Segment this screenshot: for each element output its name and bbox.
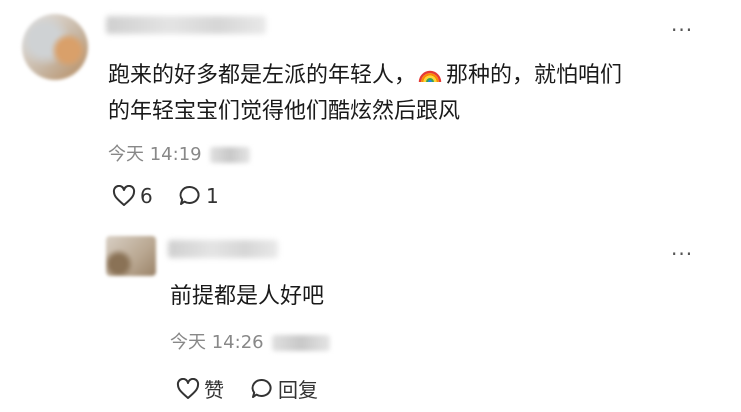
like-count: 6 <box>140 184 153 208</box>
heart-icon <box>112 185 136 207</box>
like-button[interactable]: 赞 <box>176 374 224 403</box>
timestamp: 今天 14:19 <box>108 144 202 165</box>
avatar[interactable] <box>22 14 88 80</box>
comment-text: 跑来的好多都是左派的年轻人， 那种的，就怕咱们 的年轻宝宝们觉得他们酷炫然后跟风 <box>108 58 708 130</box>
username-redacted[interactable] <box>168 240 278 258</box>
reply-button[interactable]: 回复 <box>250 374 318 403</box>
reply-count: 1 <box>206 184 219 208</box>
location-redacted <box>209 147 250 163</box>
username-redacted[interactable] <box>106 16 266 34</box>
comment-text-part: 那种的，就怕咱们 <box>446 63 623 88</box>
like-label: 赞 <box>204 378 224 402</box>
location-redacted <box>271 335 330 351</box>
like-button[interactable]: 6 <box>112 184 153 208</box>
reply-button[interactable]: 1 <box>178 184 219 208</box>
avatar[interactable] <box>106 236 156 276</box>
timestamp: 今天 14:26 <box>170 332 264 353</box>
reply-label: 回复 <box>278 378 318 402</box>
more-options-icon[interactable]: ··· <box>671 20 693 40</box>
more-options-icon[interactable]: ··· <box>671 244 693 264</box>
heart-icon <box>176 377 200 400</box>
comment-bubble-icon <box>250 378 274 400</box>
comment-text-part: 前提都是人好吧 <box>170 284 325 309</box>
comment-meta: 今天 14:26 <box>170 332 330 354</box>
comment-text-part: 的年轻宝宝们觉得他们酷炫然后跟风 <box>108 99 461 124</box>
comment-text-part: 跑来的好多都是左派的年轻人， <box>108 63 417 88</box>
rainbow-flag-icon <box>418 60 442 83</box>
comment-meta: 今天 14:19 <box>108 144 250 166</box>
comment-text: 前提都是人好吧 <box>170 279 570 315</box>
comment-bubble-icon <box>178 185 202 207</box>
